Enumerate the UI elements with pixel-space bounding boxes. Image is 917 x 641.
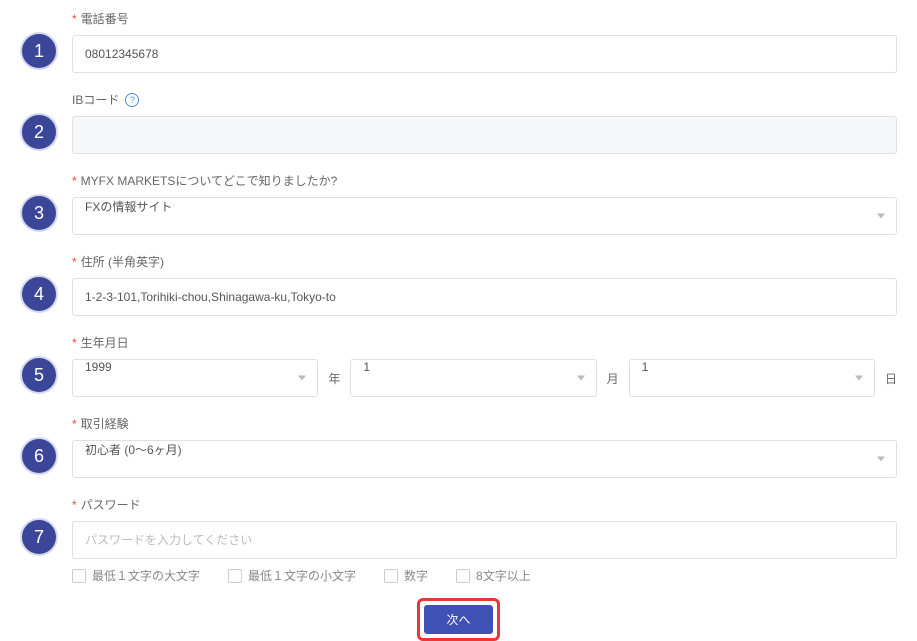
address-input[interactable]	[72, 278, 897, 316]
rule-label: 最低１文字の小文字	[248, 567, 356, 584]
day-select[interactable]: 1	[629, 359, 875, 397]
rule-uppercase: 最低１文字の大文字	[72, 567, 200, 584]
ibcode-input[interactable]	[72, 116, 897, 154]
experience-label: * 取引経験	[72, 415, 897, 432]
rule-lowercase: 最低１文字の小文字	[228, 567, 356, 584]
month-unit: 月	[607, 370, 619, 387]
birthday-label: * 生年月日	[72, 334, 897, 351]
ibcode-label: IBコード ?	[72, 91, 897, 108]
step-badge: 4	[20, 275, 58, 313]
ibcode-row: 2 IBコード ?	[20, 91, 897, 154]
password-row: 7 * パスワード	[20, 496, 897, 559]
password-rules: 最低１文字の大文字 最低１文字の小文字 数字 8文字以上	[72, 567, 897, 584]
submit-highlight: 次へ	[417, 598, 499, 641]
experience-label-text: 取引経験	[81, 415, 129, 432]
address-row: 4 * 住所 (半角英字)	[20, 253, 897, 316]
required-mark: *	[72, 12, 77, 26]
referral-label-text: MYFX MARKETSについてどこで知りましたか?	[81, 172, 338, 189]
step-badge: 5	[20, 356, 58, 394]
checkbox-icon	[384, 569, 398, 583]
rule-number: 数字	[384, 567, 428, 584]
birthday-row: 5 * 生年月日 1999 年 1 月 1 日	[20, 334, 897, 397]
required-mark: *	[72, 174, 77, 188]
step-badge: 6	[20, 437, 58, 475]
ibcode-label-text: IBコード	[72, 91, 119, 108]
submit-row: 次へ	[20, 598, 897, 641]
checkbox-icon	[228, 569, 242, 583]
address-label: * 住所 (半角英字)	[72, 253, 897, 270]
phone-label: * 電話番号	[72, 10, 897, 27]
rule-label: 最低１文字の大文字	[92, 567, 200, 584]
rule-label: 8文字以上	[476, 567, 531, 584]
password-label-text: パスワード	[81, 496, 141, 513]
required-mark: *	[72, 255, 77, 269]
rule-length: 8文字以上	[456, 567, 531, 584]
phone-label-text: 電話番号	[81, 10, 129, 27]
next-button[interactable]: 次へ	[424, 605, 492, 634]
rule-label: 数字	[404, 567, 428, 584]
step-badge: 7	[20, 518, 58, 556]
year-unit: 年	[328, 370, 340, 387]
referral-select[interactable]: FXの情報サイト	[72, 197, 897, 235]
birthday-label-text: 生年月日	[81, 334, 129, 351]
checkbox-icon	[456, 569, 470, 583]
year-select[interactable]: 1999	[72, 359, 318, 397]
step-badge: 1	[20, 32, 58, 70]
experience-row: 6 * 取引経験 初心者 (0〜6ヶ月)	[20, 415, 897, 478]
experience-select[interactable]: 初心者 (0〜6ヶ月)	[72, 440, 897, 478]
phone-input[interactable]	[72, 35, 897, 73]
phone-row: 1 * 電話番号	[20, 10, 897, 73]
referral-label: * MYFX MARKETSについてどこで知りましたか?	[72, 172, 897, 189]
day-unit: 日	[885, 370, 897, 387]
help-icon[interactable]: ?	[125, 93, 139, 107]
required-mark: *	[72, 336, 77, 350]
referral-row: 3 * MYFX MARKETSについてどこで知りましたか? FXの情報サイト	[20, 172, 897, 235]
password-label: * パスワード	[72, 496, 897, 513]
step-badge: 2	[20, 113, 58, 151]
password-input[interactable]	[72, 521, 897, 559]
address-label-text: 住所 (半角英字)	[81, 253, 164, 270]
checkbox-icon	[72, 569, 86, 583]
step-badge: 3	[20, 194, 58, 232]
required-mark: *	[72, 417, 77, 431]
month-select[interactable]: 1	[350, 359, 596, 397]
required-mark: *	[72, 498, 77, 512]
